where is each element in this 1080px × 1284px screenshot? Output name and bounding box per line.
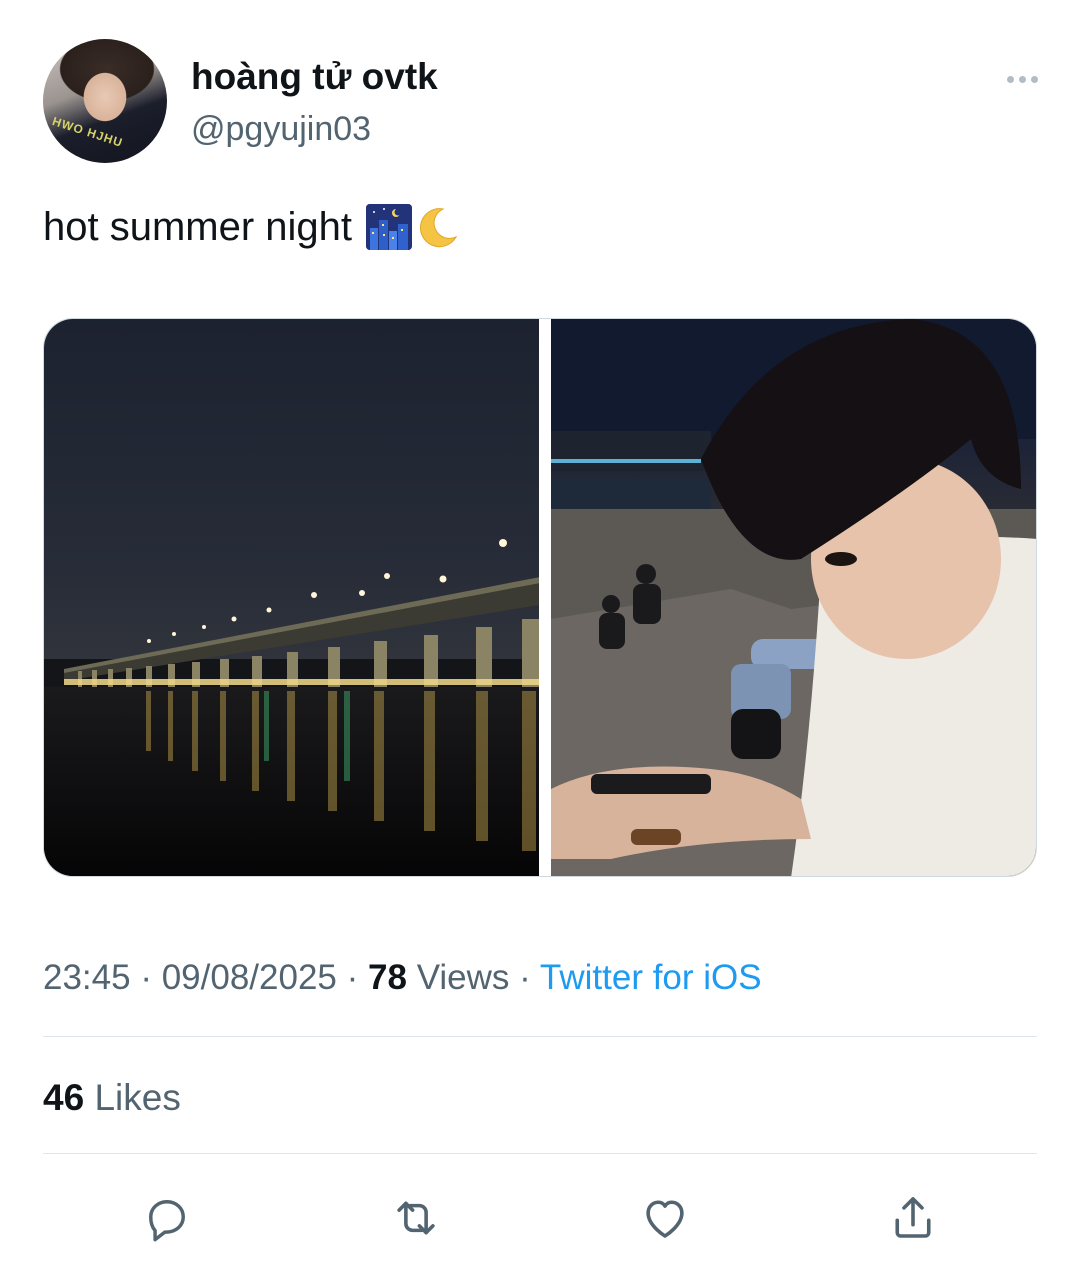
author-avatar[interactable]: HWO HJHU [43,39,167,163]
divider [43,1153,1037,1154]
views-count: 78 [368,958,407,997]
tweet-text: hot summer night [43,204,460,250]
tweet-media-grid[interactable] [43,318,1037,877]
crescent-moon-emoji [416,205,460,249]
author-display-name[interactable]: hoàng tử ovtk [191,56,438,98]
tweet-time[interactable]: 23:45 [43,958,131,997]
meta-separator: · [346,958,359,997]
more-dot [1030,75,1038,83]
like-button[interactable] [635,1188,695,1248]
tweet-source-link[interactable]: Twitter for iOS [540,958,762,997]
retweet-button[interactable] [386,1188,446,1248]
avatar-shirt-print: HWO HJHU [50,114,125,150]
reply-icon [149,1200,185,1242]
photo-bridge-night[interactable] [44,319,539,876]
likes-count: 46 [43,1077,85,1118]
divider [43,1036,1037,1037]
more-dot [1018,75,1026,83]
likes-label: Likes [94,1077,181,1118]
more-dot [1006,75,1014,83]
photo-person-riverside[interactable] [550,319,1036,876]
more-options-icon[interactable] [1000,64,1044,94]
author-handle[interactable]: @pgyujin03 [191,110,371,149]
night-city-emoji [366,204,413,250]
meta-separator: · [519,958,531,997]
likes-stat[interactable]: 46 Likes [43,1077,181,1119]
tweet-text-body: hot summer night [43,204,353,249]
reply-button[interactable] [137,1188,197,1248]
tweet-meta: 23:45 · 09/08/2025 · 78 Views · Twitter … [43,958,762,998]
views-label: Views [416,958,510,997]
retweet-icon [397,1201,435,1235]
media-gap [539,319,551,876]
meta-separator: · [140,958,152,997]
share-icon [895,1197,931,1238]
tweet-date[interactable]: 09/08/2025 [162,958,337,997]
like-icon [646,1200,684,1238]
share-button[interactable] [883,1188,943,1248]
